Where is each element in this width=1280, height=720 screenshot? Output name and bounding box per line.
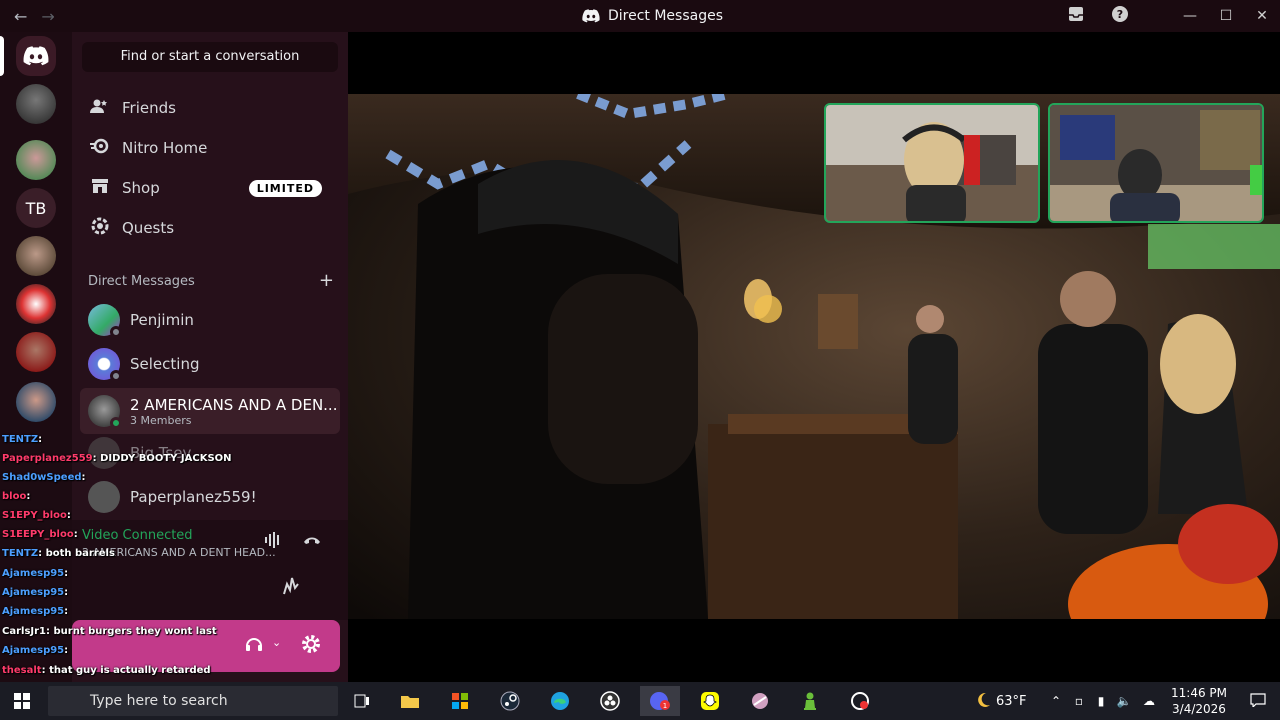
clock-date: 3/4/2026 <box>1172 702 1226 716</box>
store-icon[interactable] <box>440 686 480 716</box>
avatar <box>88 304 122 338</box>
dm-name: Selecting <box>130 355 200 373</box>
taskbar-search-input[interactable]: Type here to search <box>48 686 338 716</box>
weather-moon-icon[interactable] <box>970 691 996 712</box>
file-explorer-icon[interactable] <box>390 686 430 716</box>
nitro-icon <box>90 138 110 158</box>
nav-label: Shop <box>122 179 160 197</box>
dm-item[interactable]: Paperplanez559! <box>80 476 340 518</box>
group-avatar <box>88 395 122 429</box>
nav-label: Nitro Home <box>122 139 208 157</box>
server-avatar[interactable] <box>16 84 56 124</box>
settings-gear-icon[interactable] <box>300 633 322 659</box>
app-icon[interactable] <box>740 686 780 716</box>
inbox-icon[interactable] <box>1054 6 1098 26</box>
server-avatar[interactable] <box>16 140 56 180</box>
find-conversation-button[interactable]: Find or start a conversation <box>82 42 338 72</box>
friends-icon <box>90 98 110 118</box>
svg-text:1: 1 <box>663 702 667 710</box>
dm-member-count: 3 Members <box>130 413 192 427</box>
volume-icon[interactable]: 🔈 <box>1112 694 1136 708</box>
obs-icon[interactable] <box>590 686 630 716</box>
steam-icon[interactable] <box>490 686 530 716</box>
disconnect-icon[interactable] <box>302 532 322 551</box>
participant-frame <box>826 105 1038 221</box>
server-avatar[interactable] <box>16 382 56 422</box>
nav-quests[interactable]: Quests <box>80 208 340 248</box>
dm-name: Paperplanez559! <box>130 488 257 506</box>
title-text: Direct Messages <box>607 8 724 24</box>
participant-frame <box>1050 105 1262 221</box>
server-avatar[interactable] <box>16 236 56 276</box>
windows-taskbar: Type here to search 1 63°F ⌃ ▫ ▮ 🔈 ☁ 11:… <box>0 682 1280 720</box>
dm-name: 2 AMERICANS AND A DEN... <box>130 395 338 414</box>
avatar <box>88 437 120 469</box>
dm-name: Penjimin <box>130 311 194 329</box>
activity-icon[interactable] <box>280 576 302 600</box>
app-icon[interactable] <box>840 686 880 716</box>
snapchat-icon[interactable] <box>690 686 730 716</box>
dm-home-button[interactable] <box>16 36 56 76</box>
onedrive-icon[interactable]: ☁ <box>1136 694 1162 708</box>
limited-badge: LIMITED <box>248 179 322 197</box>
server-tb[interactable]: TB <box>16 188 56 228</box>
quests-icon <box>90 217 110 239</box>
windows-start-icon[interactable] <box>14 693 30 713</box>
edge-icon[interactable] <box>540 686 580 716</box>
server-list: TB <box>0 32 72 682</box>
close-icon[interactable]: ✕ <box>1244 8 1280 24</box>
selected-pill <box>0 36 4 76</box>
dm-item[interactable]: Penjimin <box>80 299 340 341</box>
dm-name: Big Tsev <box>130 444 192 462</box>
help-icon[interactable]: ? <box>1098 5 1142 27</box>
dm-item-selected[interactable]: 2 AMERICANS AND A DEN... 3 Members <box>80 388 340 434</box>
tray-chevron-up-icon[interactable]: ⌃ <box>1044 694 1068 708</box>
search-placeholder: Type here to search <box>90 693 228 709</box>
nav-label: Quests <box>122 219 175 237</box>
chevron-down-icon[interactable]: ⌄ <box>272 636 281 649</box>
shop-icon <box>90 178 110 198</box>
chess-icon[interactable] <box>790 686 830 716</box>
participant-video-tile[interactable] <box>1048 103 1264 223</box>
voice-panel: Video Connected 2 AMERICANS AND A DENT H… <box>72 520 348 620</box>
battery-icon[interactable]: ▮ <box>1090 694 1112 708</box>
dm-item[interactable]: Big Tsev <box>80 432 340 474</box>
noise-suppression-icon[interactable] <box>264 532 282 552</box>
title-bar: ← → Direct Messages ? — ☐ ✕ <box>0 0 1280 32</box>
nav-label: Friends <box>122 99 176 117</box>
server-avatar[interactable] <box>16 332 56 372</box>
status-indicator <box>110 326 122 338</box>
dm-item[interactable]: Selecting <box>80 343 340 385</box>
voice-channel: 2 AMERICANS AND A DENT HEAD... <box>82 546 276 559</box>
headphones-icon[interactable] <box>244 634 264 658</box>
svg-text:?: ? <box>1117 8 1123 21</box>
weather-temp[interactable]: 63°F <box>996 694 1044 709</box>
user-panel: ⌄ <box>72 620 340 672</box>
dm-section-header: Direct Messages + <box>88 272 334 290</box>
maximize-icon[interactable]: ☐ <box>1208 8 1244 24</box>
participant-video-tile[interactable] <box>824 103 1040 223</box>
dm-section-title: Direct Messages <box>88 274 195 289</box>
discord-taskbar-icon[interactable]: 1 <box>640 686 680 716</box>
system-clock[interactable]: 11:46 PM 3/4/2026 <box>1162 685 1236 717</box>
voice-status: Video Connected <box>82 528 193 543</box>
avatar <box>88 481 120 513</box>
minimize-icon[interactable]: — <box>1172 8 1208 24</box>
server-avatar[interactable] <box>16 284 56 324</box>
nav-friends[interactable]: Friends <box>80 88 340 128</box>
nav-nitro-home[interactable]: Nitro Home <box>80 128 340 168</box>
create-dm-icon[interactable]: + <box>319 272 334 290</box>
nav-shop[interactable]: Shop LIMITED <box>80 168 340 208</box>
clock-time: 11:46 PM <box>1171 686 1227 700</box>
status-indicator <box>110 417 122 429</box>
avatar <box>88 348 122 382</box>
discord-home-icon <box>23 46 49 66</box>
notifications-icon[interactable] <box>1236 692 1280 710</box>
status-indicator <box>110 370 122 382</box>
tray-app-icon[interactable]: ▫ <box>1068 694 1090 708</box>
discord-logo-icon <box>582 9 600 23</box>
task-view-icon[interactable] <box>342 686 382 716</box>
